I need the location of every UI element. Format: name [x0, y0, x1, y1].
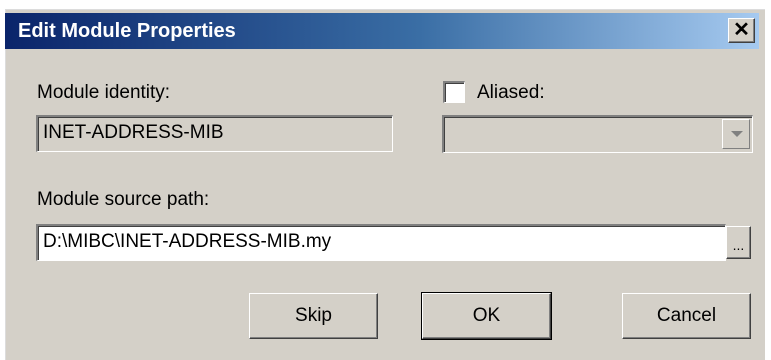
module-source-path-label: Module source path: [37, 189, 210, 210]
module-source-path-value: D:\MIBC\INET-ADDRESS-MIB.my [43, 231, 332, 252]
cancel-button[interactable]: Cancel [622, 293, 751, 339]
module-source-path-input[interactable]: D:\MIBC\INET-ADDRESS-MIB.my [36, 224, 726, 261]
ellipsis-icon: ... [732, 237, 745, 253]
alias-dropdown-arrow[interactable] [722, 119, 750, 149]
aliased-checkbox[interactable] [443, 81, 465, 103]
close-button[interactable]: ✕ [728, 18, 755, 43]
module-identity-label: Module identity: [37, 82, 171, 103]
skip-button[interactable]: Skip [249, 293, 378, 339]
dialog-title: Edit Module Properties [18, 20, 236, 42]
ok-button[interactable]: OK [421, 292, 552, 340]
browse-button[interactable]: ... [726, 226, 751, 259]
close-icon: ✕ [733, 19, 750, 41]
aliased-label: Aliased: [477, 82, 545, 103]
alias-dropdown[interactable] [442, 115, 753, 153]
chevron-down-icon [731, 131, 743, 137]
module-identity-value: INET-ADDRESS-MIB [43, 122, 224, 143]
module-identity-field: INET-ADDRESS-MIB [36, 115, 393, 152]
title-bar: Edit Module Properties ✕ [5, 13, 759, 49]
